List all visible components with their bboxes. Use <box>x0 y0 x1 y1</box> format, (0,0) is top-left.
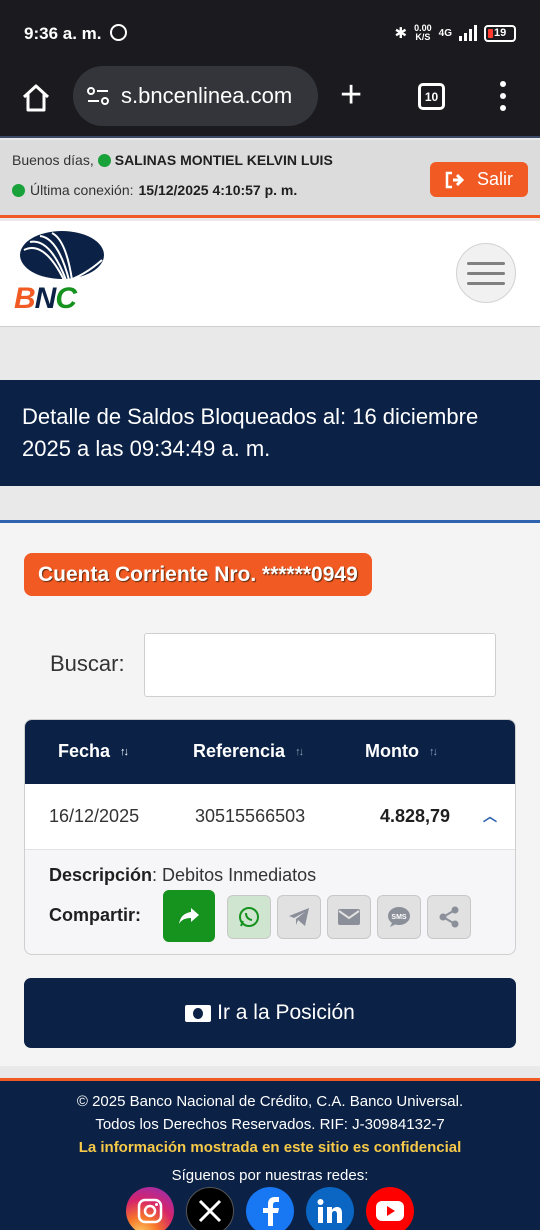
facebook-icon[interactable] <box>246 1187 294 1230</box>
instagram-icon[interactable] <box>126 1187 174 1230</box>
search-label: Buscar: <box>50 651 125 676</box>
logo-text: BNC <box>14 282 77 315</box>
footer-confidential: La información mostrada en este sitio es… <box>78 1139 462 1156</box>
svg-text:SMS: SMS <box>391 914 407 921</box>
blocked-balance-card: Cuenta Corriente Nro. ******0949 Buscar:… <box>0 520 540 1066</box>
logo-emblem-icon <box>20 231 104 283</box>
column-referencia[interactable]: Referencia ↑↓ <box>193 741 304 762</box>
user-name: SALINAS MONTIEL KELVIN LUIS <box>114 152 333 168</box>
network-speed: 0.00 K/S <box>414 23 432 42</box>
table-row[interactable]: 16/12/2025 30515566503 4.828,79 ︿ <box>25 784 515 850</box>
share-arrow-icon <box>179 908 199 924</box>
telegram-icon <box>289 908 309 926</box>
status-bar: 9:36 a. m. ✱ 0.00 K/S 4G 19 <box>0 0 540 66</box>
sort-icon: ↑↓ <box>120 745 129 758</box>
search-input[interactable] <box>144 633 496 697</box>
collapse-chevron-up-icon[interactable]: ︿ <box>483 806 497 826</box>
network-type: 4G <box>438 27 452 39</box>
browser-toolbar: s.bncenlinea.com + 10 <box>0 66 540 138</box>
cell-monto: 4.828,79 <box>380 806 451 826</box>
tab-switcher-button[interactable]: 10 <box>418 83 445 110</box>
url-bar[interactable]: s.bncenlinea.com <box>73 66 318 126</box>
greeting-line: Buenos días, SALINAS MONTIEL KELVIN LUIS <box>12 152 333 168</box>
last-login-value: 15/12/2025 4:10:57 p. m. <box>138 182 298 198</box>
home-icon[interactable] <box>20 82 52 114</box>
hamburger-menu-button[interactable] <box>456 243 516 303</box>
greeting-bar: Buenos días, SALINAS MONTIEL KELVIN LUIS… <box>0 140 540 218</box>
footer-follow: Síguenos por nuestras redes: <box>171 1167 369 1184</box>
last-login-line: Última conexión: 15/12/2025 4:10:57 p. m… <box>12 182 297 198</box>
go-to-position-button[interactable]: Ir a la Posición <box>24 978 516 1048</box>
site-settings-icon[interactable] <box>85 83 111 109</box>
account-badge: Cuenta Corriente Nro. ******0949 <box>24 553 372 596</box>
share-email-button[interactable] <box>327 895 371 939</box>
bluetooth-icon: ✱ <box>394 25 408 42</box>
row-detail: Descripción: Debitos Inmediatos Comparti… <box>25 850 515 954</box>
bnc-logo[interactable]: BNC <box>14 230 106 320</box>
share-button[interactable] <box>163 890 215 942</box>
share-sms-button[interactable]: SMS <box>377 895 421 939</box>
description: Descripción: Debitos Inmediatos <box>49 865 317 885</box>
footer-copyright: © 2025 Banco Nacional de Crédito, C.A. B… <box>76 1093 464 1110</box>
share-nodes-icon <box>439 906 459 928</box>
user-icon <box>97 153 111 167</box>
linkedin-icon[interactable] <box>306 1187 354 1230</box>
site-header: BNC <box>0 221 540 327</box>
sms-icon: SMS <box>388 907 410 927</box>
battery-icon: 19 <box>484 24 516 42</box>
cell-referencia: 30515566503 <box>195 806 306 826</box>
logout-icon <box>445 171 465 188</box>
status-icons: ✱ 0.00 K/S 4G 19 <box>395 22 516 44</box>
table-header: Fecha ↑↓ Referencia ↑↓ Monto ↑↓ <box>25 720 515 784</box>
footer-rights: Todos los Derechos Reservados. RIF: J-30… <box>95 1116 445 1133</box>
url-text: s.bncenlinea.com <box>121 83 293 108</box>
column-monto[interactable]: Monto ↑↓ <box>365 741 438 762</box>
youtube-icon[interactable] <box>366 1187 414 1230</box>
whatsapp-icon <box>239 907 259 927</box>
share-label: Compartir: <box>49 905 142 925</box>
share-more-button[interactable] <box>427 895 471 939</box>
new-tab-button[interactable]: + <box>340 76 362 114</box>
clock-icon <box>12 183 25 197</box>
money-bill-icon <box>185 1004 212 1022</box>
logout-button[interactable]: Salir <box>430 162 528 197</box>
transactions-table: Fecha ↑↓ Referencia ↑↓ Monto ↑↓ 16/12/20… <box>24 719 516 955</box>
social-links <box>0 1187 540 1230</box>
whatsapp-notification-icon <box>110 24 127 41</box>
cell-fecha: 16/12/2025 <box>49 806 140 826</box>
x-twitter-icon[interactable] <box>186 1187 234 1230</box>
browser-menu-icon[interactable] <box>499 81 507 111</box>
share-telegram-button[interactable] <box>277 895 321 939</box>
signal-icon <box>459 25 477 41</box>
envelope-icon <box>338 909 360 925</box>
sort-icon: ↑↓ <box>295 745 304 758</box>
sort-icon: ↑↓ <box>428 745 438 758</box>
column-fecha[interactable]: Fecha ↑↓ <box>58 741 129 762</box>
page-title: Detalle de Saldos Bloqueados al: 16 dici… <box>0 380 540 486</box>
share-whatsapp-button[interactable] <box>227 895 271 939</box>
site-footer: © 2025 Banco Nacional de Crédito, C.A. B… <box>0 1078 540 1230</box>
status-time: 9:36 a. m. <box>24 24 102 43</box>
